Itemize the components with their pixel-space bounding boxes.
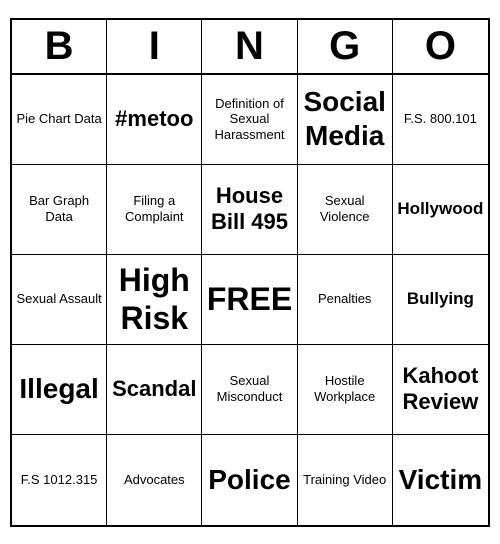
bingo-cell: Sexual Misconduct: [202, 345, 297, 435]
bingo-cell: Police: [202, 435, 297, 525]
bingo-cell: Scandal: [107, 345, 202, 435]
bingo-cell: FREE: [202, 255, 297, 345]
bingo-card: BINGO Pie Chart Data#metooDefinition of …: [10, 18, 490, 527]
bingo-cell: Social Media: [298, 75, 393, 165]
bingo-cell: Definition of Sexual Harassment: [202, 75, 297, 165]
bingo-cell: F.S. 800.101: [393, 75, 488, 165]
bingo-cell: Hostile Workplace: [298, 345, 393, 435]
header-letter: B: [12, 20, 107, 73]
bingo-header: BINGO: [12, 20, 488, 75]
bingo-grid: Pie Chart Data#metooDefinition of Sexual…: [12, 75, 488, 525]
bingo-cell: High Risk: [107, 255, 202, 345]
bingo-cell: Filing a Complaint: [107, 165, 202, 255]
bingo-cell: Pie Chart Data: [12, 75, 107, 165]
bingo-cell: Sexual Assault: [12, 255, 107, 345]
bingo-cell: Bullying: [393, 255, 488, 345]
bingo-cell: F.S 1012.315: [12, 435, 107, 525]
bingo-cell: Kahoot Review: [393, 345, 488, 435]
bingo-cell: #metoo: [107, 75, 202, 165]
header-letter: N: [202, 20, 297, 73]
bingo-cell: Sexual Violence: [298, 165, 393, 255]
header-letter: O: [393, 20, 488, 73]
bingo-cell: Penalties: [298, 255, 393, 345]
bingo-cell: House Bill 495: [202, 165, 297, 255]
bingo-cell: Advocates: [107, 435, 202, 525]
bingo-cell: Training Video: [298, 435, 393, 525]
bingo-cell: Illegal: [12, 345, 107, 435]
bingo-cell: Hollywood: [393, 165, 488, 255]
bingo-cell: Victim: [393, 435, 488, 525]
header-letter: I: [107, 20, 202, 73]
header-letter: G: [298, 20, 393, 73]
bingo-cell: Bar Graph Data: [12, 165, 107, 255]
